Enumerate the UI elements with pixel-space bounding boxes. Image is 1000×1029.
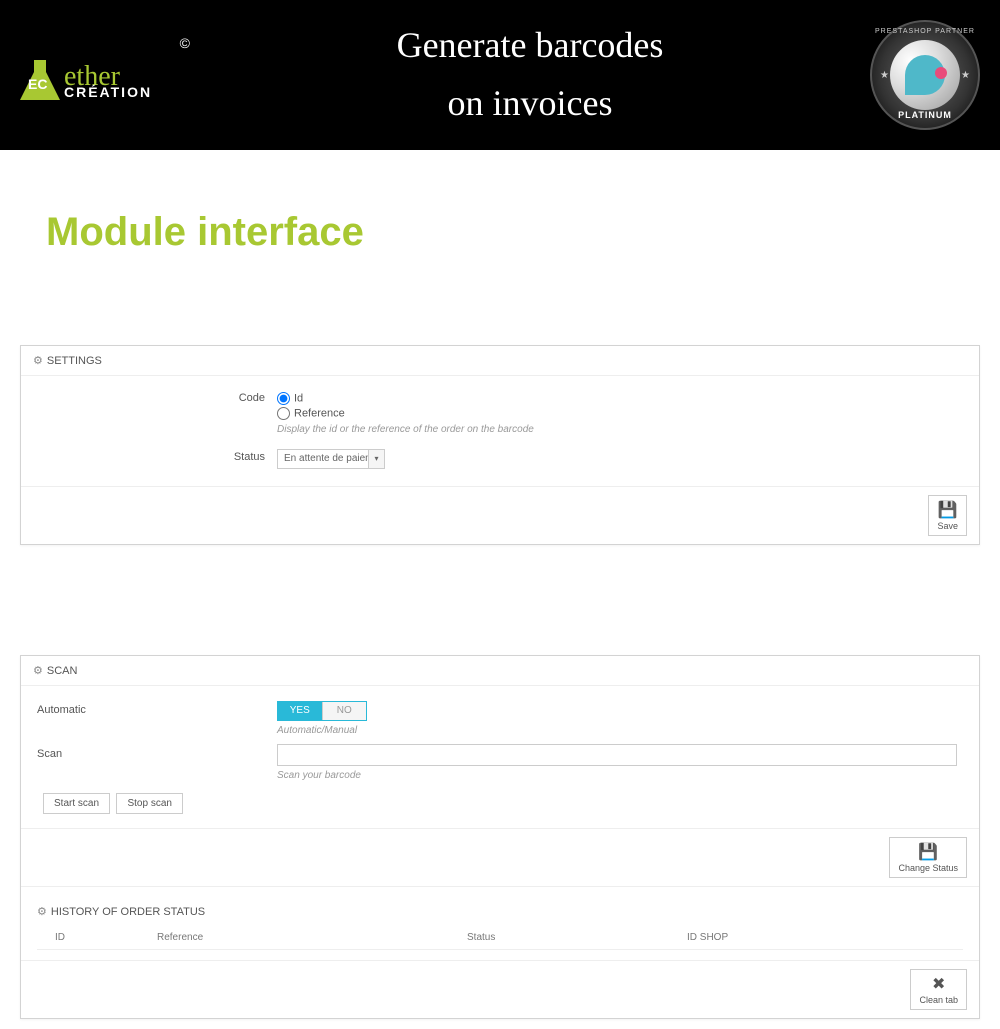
stop-scan-button[interactable]: Stop scan (116, 793, 182, 814)
scan-panel: ⚙SCAN Automatic YES NO Automatic/Manual … (20, 655, 980, 1019)
gears-icon: ⚙ (33, 355, 43, 367)
status-label: Status (37, 449, 277, 463)
scan-help-text: Scan your barcode (277, 770, 963, 781)
badge-bottom-text: PLATINUM (898, 110, 952, 120)
code-label: Code (37, 390, 277, 404)
settings-heading: ⚙SETTINGS (21, 346, 979, 376)
col-status: Status (467, 932, 687, 943)
header-title-line1: Generate barcodes (397, 17, 664, 75)
automatic-help-text: Automatic/Manual (277, 725, 963, 736)
history-heading: ⚙HISTORY OF ORDER STATUS (37, 897, 963, 926)
col-reference: Reference (157, 932, 467, 943)
badge-top-text: PRESTASHOP PARTNER (875, 28, 975, 35)
save-icon: 💾 (898, 842, 958, 862)
clean-tab-button[interactable]: ✖ Clean tab (910, 969, 967, 1010)
scan-heading: ⚙SCAN (21, 656, 979, 686)
logo-ether-creation: EC ether CRÉATION © (20, 25, 190, 125)
automatic-label: Automatic (37, 700, 277, 716)
change-status-button[interactable]: 💾 Change Status (889, 837, 967, 878)
prestashop-bird-icon (905, 55, 945, 95)
gears-icon: ⚙ (37, 906, 47, 918)
code-radio-reference[interactable]: Reference (277, 407, 963, 420)
code-radio-id[interactable]: Id (277, 392, 963, 405)
star-icon: ★ (880, 70, 889, 81)
toggle-no[interactable]: NO (322, 702, 367, 720)
star-icon: ★ (961, 70, 970, 81)
toggle-yes[interactable]: YES (278, 702, 322, 720)
history-table-header: ID Reference Status ID SHOP (37, 926, 963, 950)
radio-id[interactable] (277, 392, 290, 405)
automatic-toggle[interactable]: YES NO (277, 701, 367, 721)
copyright-mark: © (180, 35, 190, 51)
settings-panel: ⚙SETTINGS Code Id Reference Display the … (20, 345, 980, 545)
scan-input[interactable] (277, 744, 957, 766)
section-title: Module interface (46, 210, 1000, 255)
flask-icon: EC (20, 50, 60, 100)
chevron-down-icon: ▾ (368, 450, 384, 468)
close-icon: ✖ (919, 974, 958, 994)
prestashop-partner-badge: PRESTASHOP PARTNER ★ ★ PLATINUM (870, 20, 980, 130)
start-scan-button[interactable]: Start scan (43, 793, 110, 814)
save-button[interactable]: 💾 Save (928, 495, 967, 536)
radio-reference[interactable] (277, 407, 290, 420)
gears-icon: ⚙ (33, 665, 43, 677)
logo-brand-bottom: CRÉATION (64, 84, 152, 100)
col-id-shop: ID SHOP (687, 932, 963, 943)
header-title: Generate barcodes on invoices (397, 17, 664, 132)
save-icon: 💾 (937, 500, 958, 520)
status-select[interactable]: En attente de paiement par c▾ (277, 449, 385, 469)
code-help-text: Display the id or the reference of the o… (277, 424, 963, 435)
header-title-line2: on invoices (397, 75, 664, 133)
scan-field-label: Scan (37, 744, 277, 760)
col-id: ID (37, 932, 157, 943)
page-header: EC ether CRÉATION © Generate barcodes on… (0, 0, 1000, 150)
